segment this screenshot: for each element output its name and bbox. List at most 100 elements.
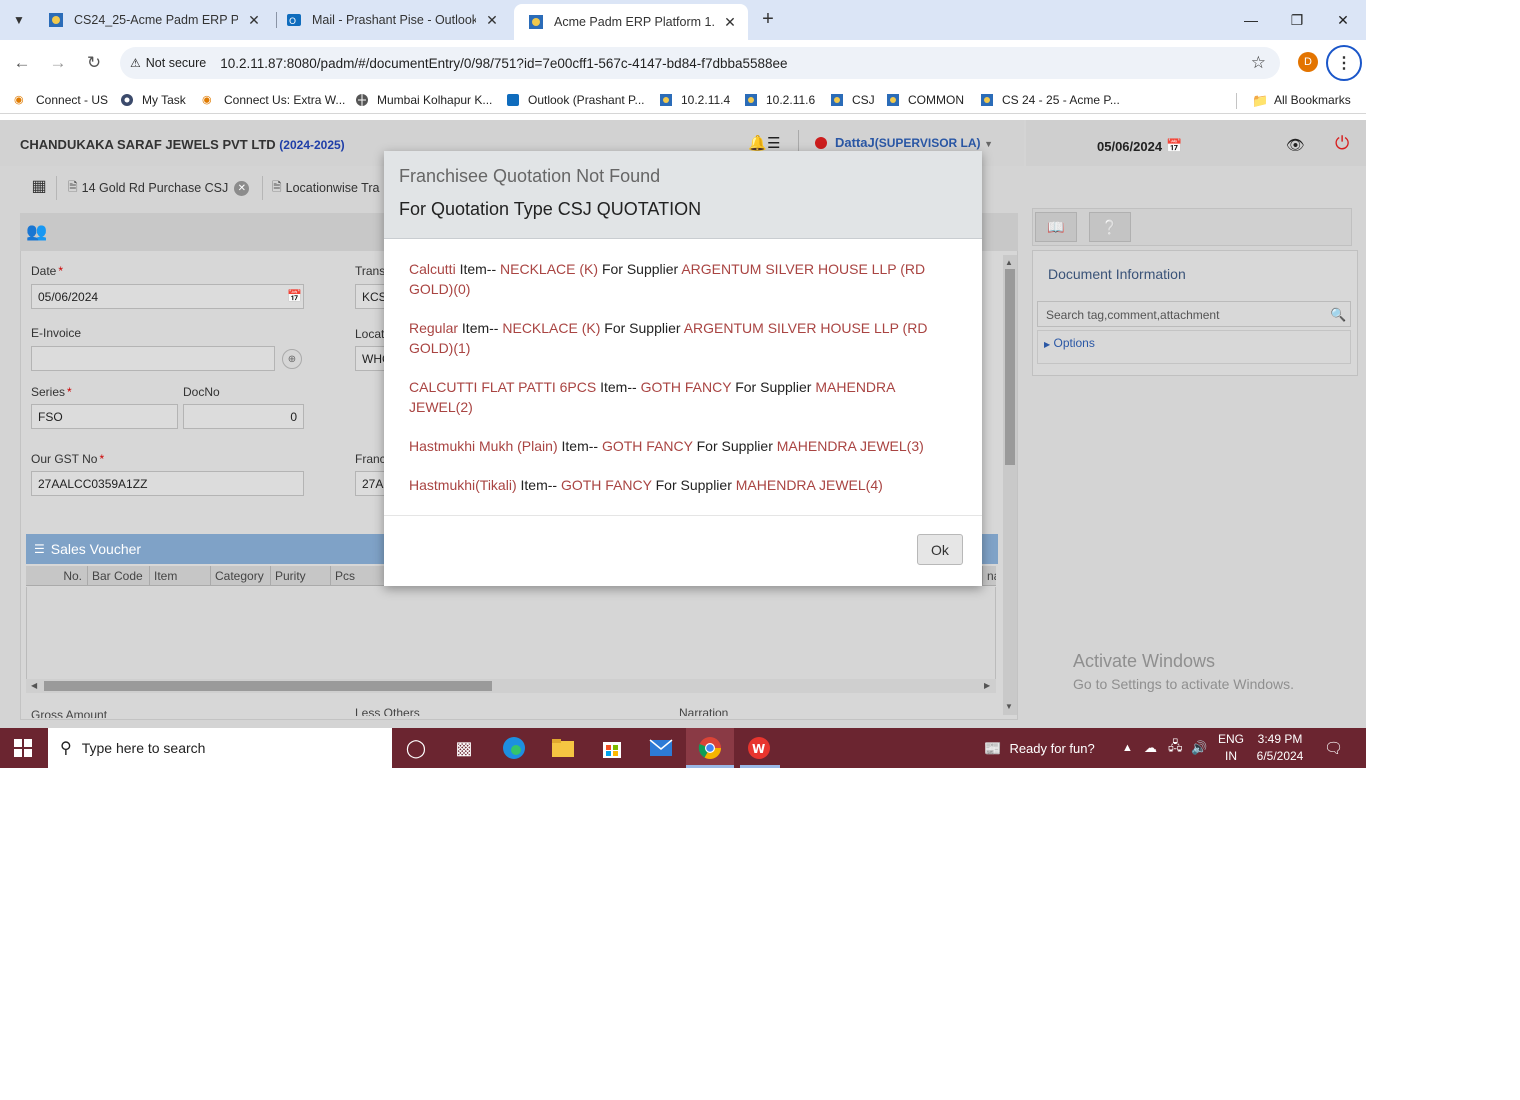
windows-taskbar: ⚲ Type here to search ◯ ▩ W 📰 Ready for … <box>0 728 1366 768</box>
col-no[interactable]: No. <box>26 566 86 586</box>
bookmark-10-2-11-6[interactable]: 10.2.11.6 <box>744 91 815 109</box>
edge-icon[interactable] <box>500 734 528 762</box>
acme-favicon-icon <box>49 13 63 27</box>
bookmark-star-icon[interactable]: ☆ <box>1251 53 1266 73</box>
bookmark-common[interactable]: COMMON <box>886 91 964 109</box>
bookmark-connect-us[interactable]: ◉ Connect - US <box>14 91 108 109</box>
store-icon[interactable] <box>598 734 626 762</box>
tab-search-button[interactable]: ▼ <box>6 8 32 32</box>
bell-icon[interactable]: 🔔 <box>748 134 767 152</box>
docno-field[interactable]: 0 <box>183 404 304 429</box>
mail-icon[interactable] <box>647 734 675 762</box>
network-icon[interactable]: 🖧 <box>1168 728 1183 768</box>
profile-avatar[interactable]: D <box>1298 52 1318 72</box>
wps-office-icon[interactable]: W <box>745 734 773 762</box>
col-category[interactable]: Category <box>210 566 268 586</box>
series-field[interactable]: FSO <box>31 404 178 429</box>
volume-icon[interactable]: 🔊 <box>1191 728 1207 768</box>
bookmark-my-task[interactable]: My Task <box>120 91 186 109</box>
windows-start-icon[interactable] <box>14 739 32 757</box>
browser-tab-outlook[interactable]: O Mail - Prashant Pise - Outlook ✕ <box>272 0 510 40</box>
app-tab-label: Locationwise Tra <box>285 181 380 195</box>
book-icon[interactable]: 📖 <box>1035 212 1077 242</box>
document-search-input[interactable]: Search tag,comment,attachment <box>1037 301 1351 327</box>
new-tab-button[interactable]: + <box>758 8 778 32</box>
bookmark-label: Mumbai Kolhapur K... <box>377 93 493 107</box>
close-window-icon[interactable]: ✕ <box>1320 0 1366 40</box>
power-icon[interactable]: ⏻ <box>1335 133 1349 154</box>
file-explorer-icon[interactable] <box>549 734 577 762</box>
browser-tab-cs24[interactable]: CS24_25-Acme Padm ERP Platfo ✕ <box>34 0 272 40</box>
address-bar[interactable]: ⚠ Not secure 10.2.11.87:8080/padm/#/docu… <box>120 47 1280 79</box>
tab-close-icon[interactable]: ✕ <box>484 12 500 29</box>
eye-slash-icon[interactable]: 👁 <box>1286 136 1305 154</box>
tab-close-icon[interactable]: ✕ <box>246 12 262 29</box>
bookmark-cs24-25[interactable]: CS 24 - 25 - Acme P... <box>980 91 1120 109</box>
tab-close-icon[interactable]: ✕ <box>722 14 738 31</box>
minimize-icon[interactable]: — <box>1228 0 1274 40</box>
calendar-icon[interactable]: 📅 <box>287 289 302 303</box>
gst-field[interactable]: 27AALCC0359A1ZZ <box>31 471 304 496</box>
all-bookmarks[interactable]: 📁 All Bookmarks <box>1252 91 1351 109</box>
scroll-right-icon[interactable]: ▶ <box>984 681 990 690</box>
browser-tab-acme-active[interactable]: Acme Padm ERP Platform 1.00 : ✕ <box>514 4 748 40</box>
col-purity[interactable]: Purity <box>270 566 328 586</box>
bookmark-csj[interactable]: CSJ <box>830 91 875 109</box>
bookmark-10-2-11-4[interactable]: 10.2.11.4 <box>659 91 730 109</box>
back-arrow-icon[interactable]: ← <box>10 50 34 76</box>
scroll-up-icon[interactable]: ▲ <box>1005 258 1013 267</box>
app-tab-gold-purchase[interactable]: 🗎 14 Gold Rd Purchase CSJ ✕ <box>68 174 250 202</box>
ok-button[interactable]: Ok <box>917 534 963 565</box>
notification-icon[interactable]: 🗨 <box>1324 728 1343 768</box>
bookmark-connect-extra[interactable]: ◉ Connect Us: Extra W... <box>202 91 345 109</box>
sales-voucher-title: ☰ Sales Voucher <box>34 541 141 557</box>
col-pcs[interactable]: Pcs <box>330 566 384 586</box>
security-indicator[interactable]: ⚠ Not secure <box>130 56 206 70</box>
globe-icon <box>356 94 368 106</box>
col-cut[interactable]: na <box>982 566 996 586</box>
location-field[interactable]: WHC <box>355 346 385 371</box>
help-icon[interactable]: ❔ <box>1089 212 1131 242</box>
apps-grid-icon[interactable]: ▦ <box>28 176 50 198</box>
col-item[interactable]: Item <box>149 566 209 586</box>
weather-widget[interactable]: 📰 Ready for fun? <box>984 728 1095 768</box>
scroll-down-icon[interactable]: ▼ <box>1005 702 1013 711</box>
grid-horizontal-scrollbar[interactable] <box>26 679 996 693</box>
app-tab-locationwise[interactable]: 🗎 Locationwise Tra <box>272 174 379 202</box>
url-text[interactable]: 10.2.11.87:8080/padm/#/documentEntry/0/9… <box>220 56 787 71</box>
einvoice-field[interactable] <box>31 346 275 371</box>
close-tab-icon[interactable]: ✕ <box>234 180 250 196</box>
reload-icon[interactable]: ↻ <box>82 50 106 76</box>
form-vertical-scrollbar[interactable] <box>1003 255 1017 715</box>
col-bar-code[interactable]: Bar Code <box>87 566 149 586</box>
trans-field[interactable]: KCS <box>355 284 385 309</box>
header-date[interactable]: 05/06/2024 <box>1097 139 1162 154</box>
system-clock[interactable]: 3:49 PM 6/5/2024 <box>1246 731 1314 765</box>
upload-icon[interactable]: ⊕ <box>282 349 302 369</box>
onedrive-icon[interactable]: ☁ <box>1144 728 1157 768</box>
cortana-icon[interactable]: ◯ <box>402 734 430 762</box>
list-menu-icon[interactable]: ☰ <box>767 134 780 152</box>
date-field[interactable]: 05/06/2024 <box>31 284 304 309</box>
scrollbar-thumb[interactable] <box>44 681 492 691</box>
narration-label: Narration <box>679 706 729 716</box>
scroll-left-icon[interactable]: ◀ <box>31 681 37 690</box>
bookmark-label: My Task <box>142 93 186 107</box>
bookmark-label: CSJ <box>852 93 875 107</box>
chevron-up-icon[interactable]: ▲ <box>1122 728 1133 768</box>
task-view-icon[interactable]: ▩ <box>450 734 478 762</box>
bookmark-outlook[interactable]: Outlook (Prashant P... <box>506 91 645 109</box>
user-menu[interactable]: DattaJ(SUPERVISOR LA) ▼ <box>835 135 993 150</box>
search-icon[interactable]: 🔍 <box>1330 307 1346 323</box>
taskbar-search-box[interactable]: ⚲ Type here to search <box>48 728 392 768</box>
forward-arrow-icon[interactable]: → <box>46 50 70 76</box>
restore-icon[interactable]: ❐ <box>1274 0 1320 40</box>
options-toggle[interactable]: ▶ Options <box>1044 336 1095 350</box>
scrollbar-thumb[interactable] <box>1005 269 1015 465</box>
franchisee-field[interactable]: 27A <box>355 471 385 496</box>
language-indicator[interactable]: ENG IN <box>1214 731 1248 765</box>
calendar-icon[interactable]: 📅 <box>1166 138 1182 154</box>
bookmark-mumbai-kolhapur[interactable]: Mumbai Kolhapur K... <box>355 91 492 109</box>
chrome-icon[interactable] <box>696 734 724 762</box>
browser-menu-button[interactable]: ⋮ <box>1326 45 1362 81</box>
